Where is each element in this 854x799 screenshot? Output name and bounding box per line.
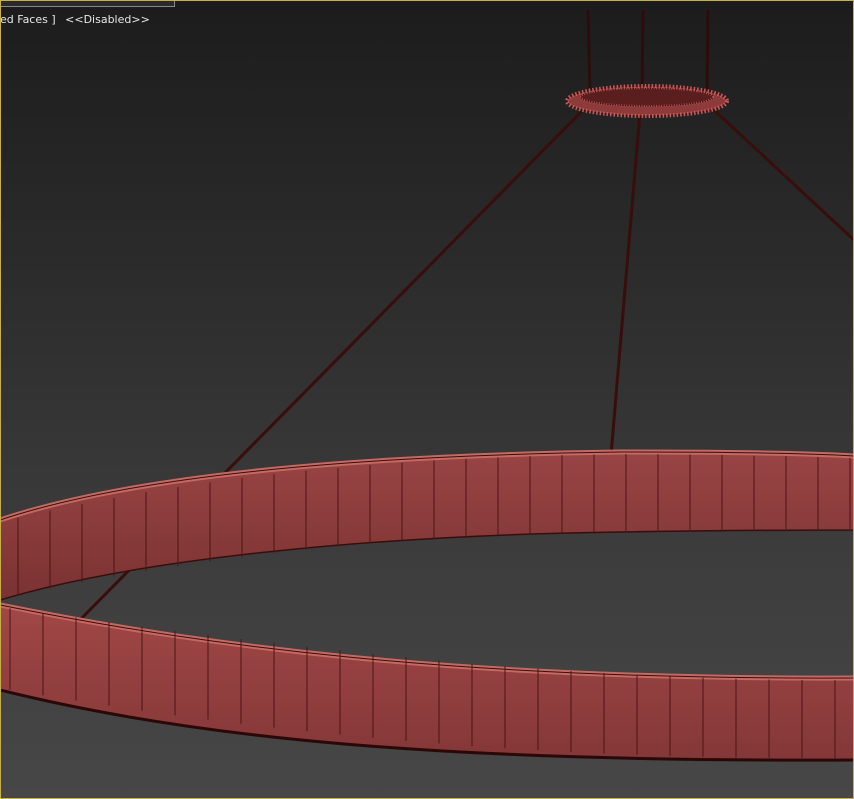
scene-render[interactable] [0,0,854,799]
ceiling-canopy-ring [565,84,729,118]
ceiling-rods [586,9,710,93]
perspective-viewport[interactable]: ed Faces ] <<Disabled>> [0,0,854,799]
led-ring-back-band [0,449,854,601]
led-ring-front-band [0,602,854,762]
